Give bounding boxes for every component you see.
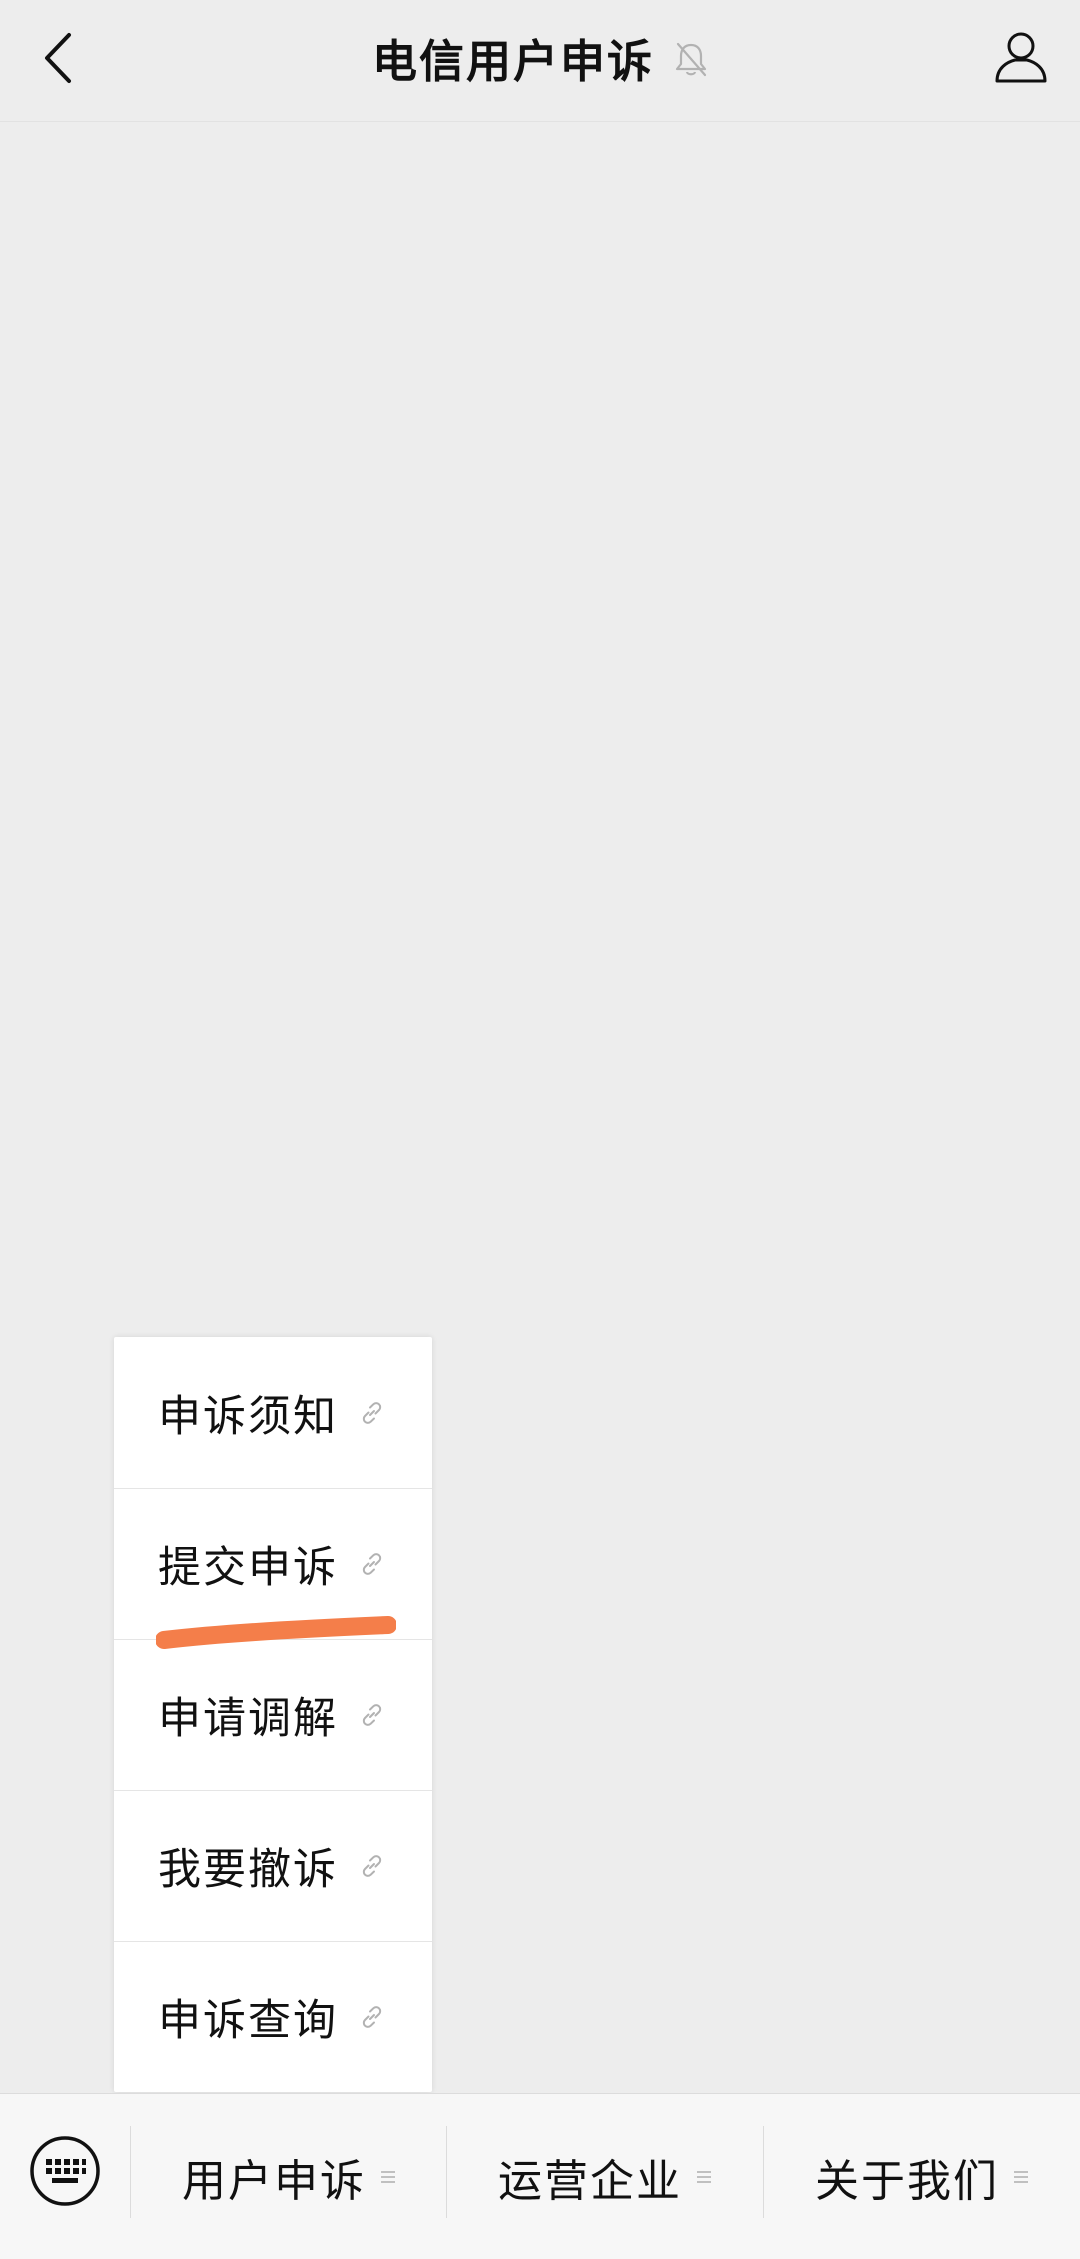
user-profile-icon (993, 30, 1049, 84)
profile-button[interactable] (988, 24, 1054, 90)
submenu-item-complaint-query[interactable]: 申诉查询 (114, 1941, 432, 2092)
highlight-underline (156, 1616, 396, 1649)
menu-tab-label: 运营企业 (498, 2155, 682, 2207)
top-bar: 电信用户申诉 (0, 0, 1080, 122)
submenu-item-label: 申诉查询 (158, 1995, 338, 2046)
link-icon (358, 2003, 386, 2031)
submenu-item-label: 我要撤诉 (158, 1844, 338, 1895)
menu-lines-icon (1013, 2169, 1029, 2185)
link-icon (358, 1399, 386, 1427)
menu-tab-operators[interactable]: 运营企业 (447, 2094, 763, 2259)
keyboard-icon (28, 2134, 102, 2208)
submenu-item-label: 申诉须知 (158, 1391, 338, 1442)
bottom-menu-bar: 用户申诉 运营企业 关于我们 (0, 2093, 1080, 2259)
menu-tab-about-us[interactable]: 关于我们 (764, 2094, 1080, 2259)
page-title: 电信用户申诉 (371, 35, 654, 88)
submenu-item-label: 申请调解 (158, 1693, 338, 1744)
link-icon (358, 1852, 386, 1880)
submenu-item-complaint-notice[interactable]: 申诉须知 (114, 1337, 432, 1488)
menu-tab-label: 用户申诉 (182, 2155, 366, 2207)
submenu-item-label: 提交申诉 (158, 1542, 338, 1593)
submenu-popup: 申诉须知 提交申诉 申请调解 我要撤诉 申诉查询 (114, 1337, 432, 2092)
keyboard-toggle-button[interactable] (28, 2134, 102, 2208)
menu-tab-user-complaint[interactable]: 用户申诉 (131, 2094, 447, 2259)
back-button[interactable] (28, 22, 88, 94)
link-icon (358, 1550, 386, 1578)
menu-tab-label: 关于我们 (815, 2155, 999, 2207)
chevron-left-icon (43, 32, 73, 84)
bell-off-icon (674, 42, 708, 78)
submenu-item-withdraw-complaint[interactable]: 我要撤诉 (114, 1790, 432, 1941)
menu-lines-icon (380, 2169, 396, 2185)
menu-lines-icon (696, 2169, 712, 2185)
link-icon (358, 1701, 386, 1729)
submenu-item-request-mediation[interactable]: 申请调解 (114, 1639, 432, 1790)
